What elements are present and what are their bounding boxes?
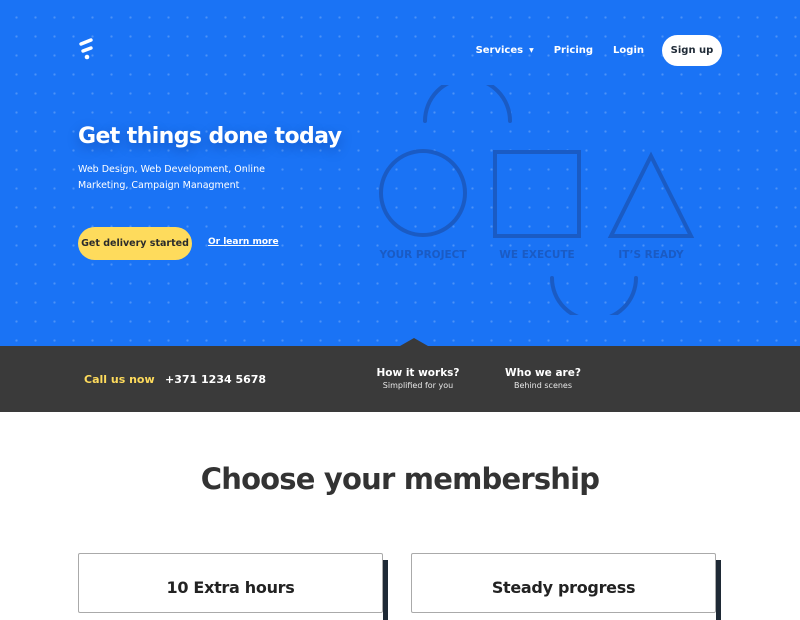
caret-down-icon: ▼ <box>529 47 534 54</box>
plan-title: Steady progress <box>491 578 636 597</box>
who-we-are-link[interactable]: Who we are? Behind scenes <box>505 367 581 390</box>
logo-icon[interactable] <box>78 38 98 62</box>
membership-title: Choose your membership <box>200 462 600 496</box>
bottom-arc-icon <box>550 276 638 315</box>
who-we-are-title: Who we are? <box>505 367 581 379</box>
nav-login[interactable]: Login <box>613 45 644 56</box>
contact-bar: Call us now +371 1234 5678 How it works?… <box>0 338 800 412</box>
how-it-works-subtitle: Simplified for you <box>382 381 454 390</box>
phone-number[interactable]: +371 1234 5678 <box>165 373 266 386</box>
get-delivery-started-button[interactable]: Get delivery started <box>78 227 192 260</box>
step-label-its-ready: IT’S READY <box>618 249 684 261</box>
how-it-works-link[interactable]: How it works? Simplified for you <box>376 367 459 390</box>
square-shape-icon <box>493 150 581 238</box>
who-we-are-subtitle: Behind scenes <box>513 381 573 390</box>
plan-card[interactable]: 10 Extra hours <box>78 553 388 620</box>
top-arc-icon <box>423 85 512 123</box>
triangle-shape-icon <box>607 151 695 238</box>
plan-title: 10 Extra hours <box>166 578 295 597</box>
circle-shape-icon <box>379 149 467 237</box>
nav-services[interactable]: Services ▼ <box>476 45 534 56</box>
signup-button[interactable]: Sign up <box>662 35 722 66</box>
bar-notch <box>400 338 428 346</box>
learn-more-link[interactable]: Or learn more <box>208 237 279 247</box>
main-nav: Services ▼ Pricing Login Sign up <box>476 35 722 66</box>
nav-services-label: Services <box>475 45 524 56</box>
call-us-label: Call us now <box>84 373 155 386</box>
step-label-we-execute: WE EXECUTE <box>499 249 575 261</box>
hero-subtitle: Web Design, Web Development, Online Mark… <box>78 164 265 191</box>
nav-pricing[interactable]: Pricing <box>554 45 593 56</box>
hero-headline: Get things done today <box>78 124 342 149</box>
process-illustration <box>379 85 695 315</box>
plan-card[interactable]: Steady progress <box>411 553 721 620</box>
how-it-works-title: How it works? <box>376 367 460 379</box>
step-label-your-project: YOUR PROJECT <box>379 249 467 261</box>
hero-section: Services ▼ Pricing Login Sign up Get thi… <box>0 0 800 346</box>
